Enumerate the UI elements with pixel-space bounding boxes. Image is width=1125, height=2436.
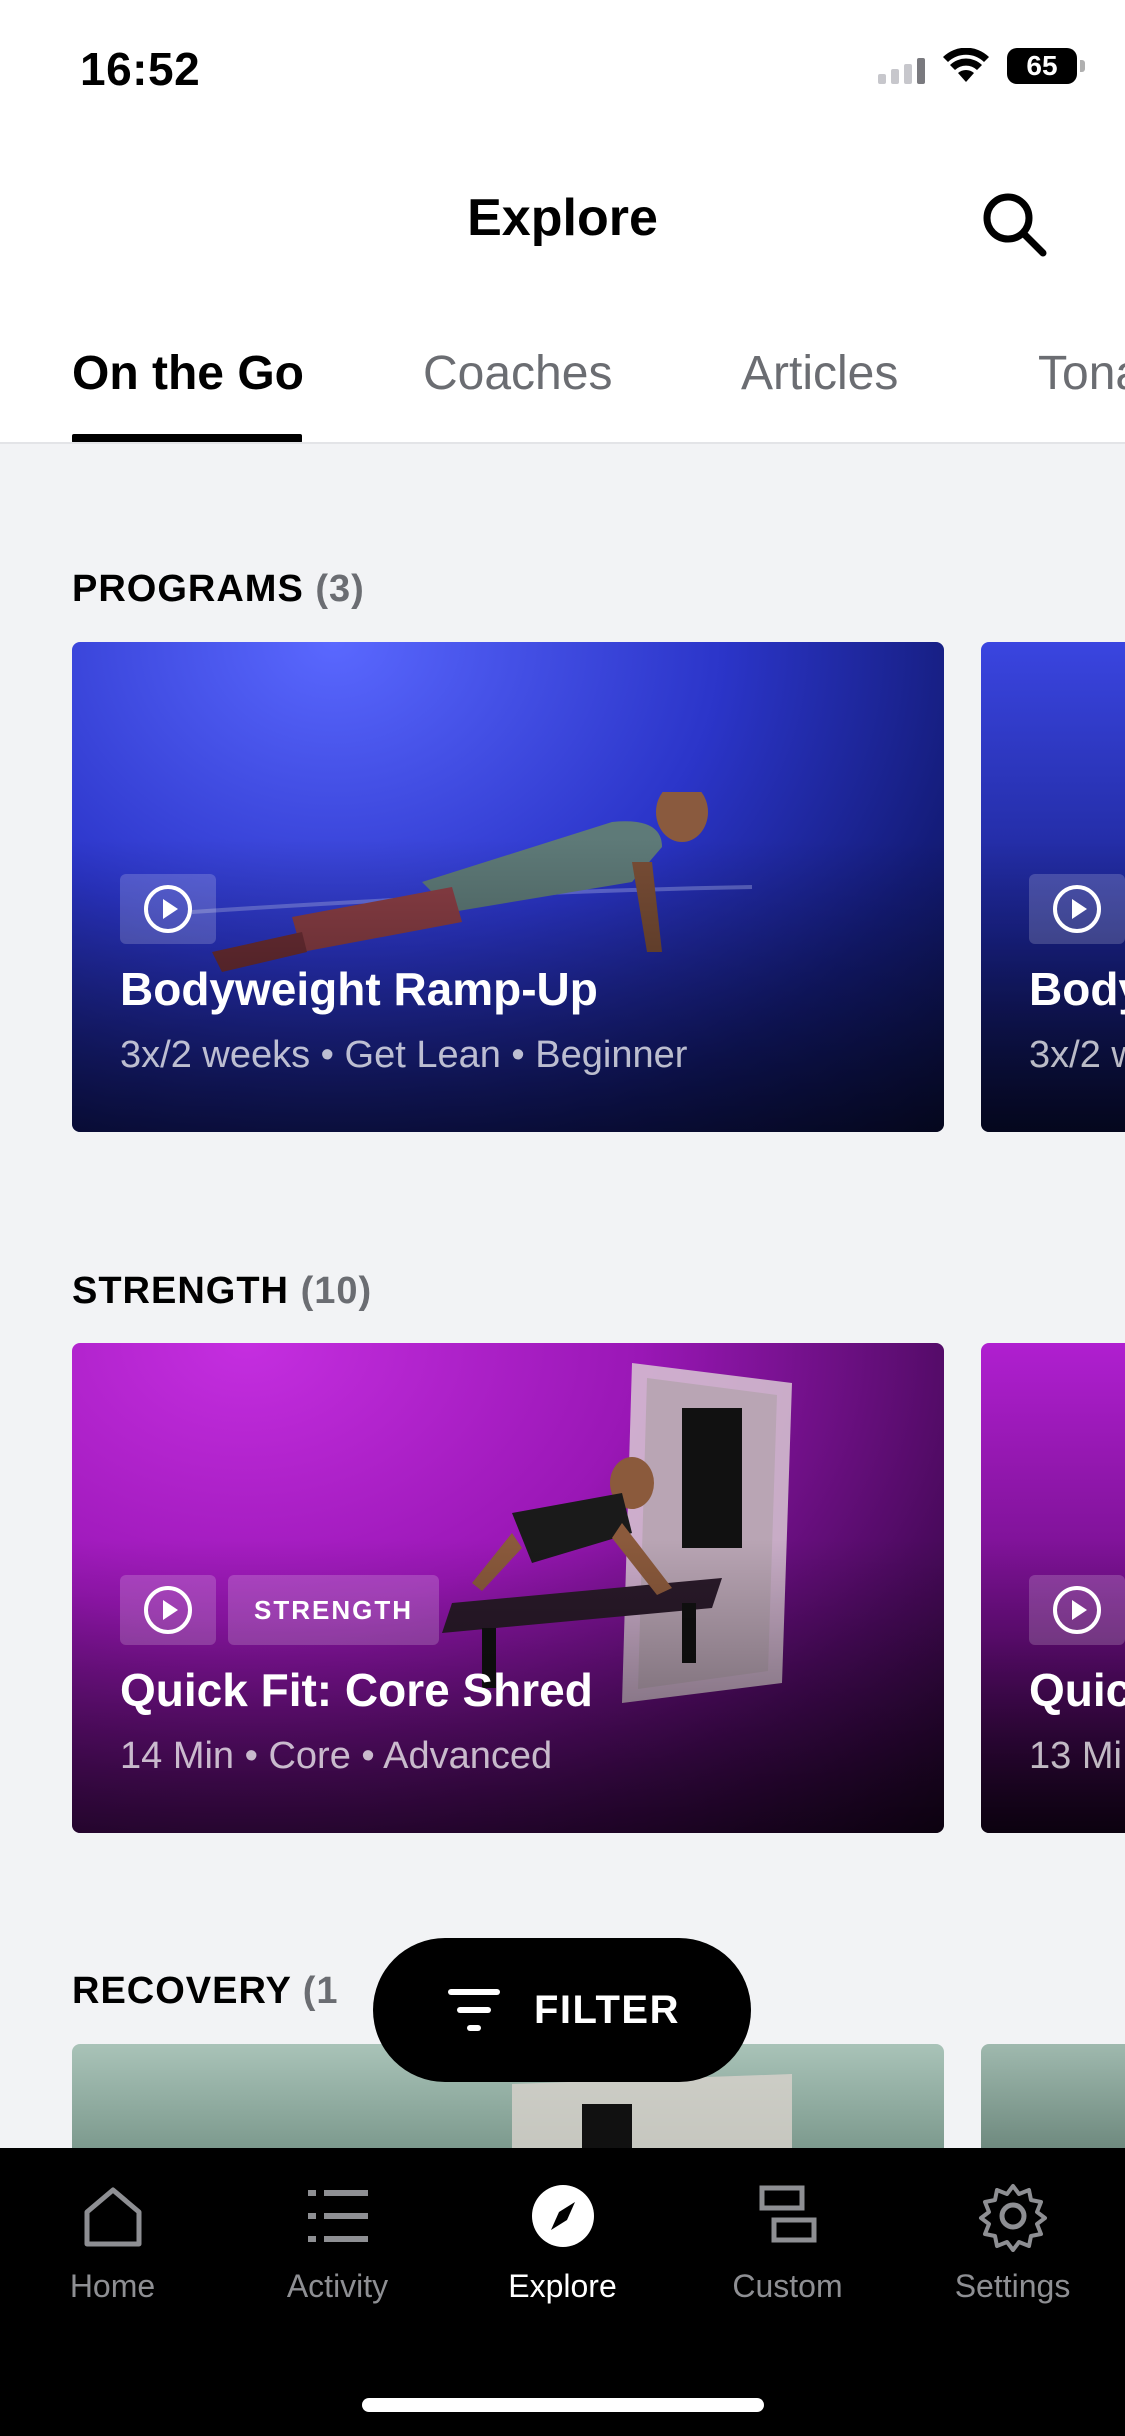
nav-label: Explore [508,2268,617,2304]
bottom-nav: Home Activity Explore Custom Settings [0,2148,1125,2436]
filter-label: FILTER [533,1987,680,2032]
play-button[interactable] [120,1575,216,1645]
cellular-signal-icon [878,48,925,84]
card-meta: 3x/2 weeks • Get Lean • Beginner [120,1034,688,1076]
section-label: PROGRAMS [72,568,304,610]
card-meta: 3x/2 w [1029,1034,1125,1076]
status-icons: 65 [878,48,1085,84]
compass-icon [531,2185,594,2247]
program-card-bodyweight-ramp-up[interactable]: Bodyweight Ramp-Up 3x/2 weeks • Get Lean… [72,642,944,1132]
nav-label: Settings [954,2268,1071,2304]
nav-activity[interactable]: Activity [225,2180,450,2305]
play-button[interactable] [1029,874,1125,944]
active-tab-indicator [72,434,302,442]
home-indicator [362,2398,764,2412]
page-title: Explore [467,189,658,247]
tab-articles[interactable]: Articles [741,346,898,401]
section-title-programs: PROGRAMS (3) [72,568,365,611]
wifi-icon [943,48,989,82]
custom-icon [759,2185,816,2243]
card-title: Body [1029,963,1125,1015]
header: Explore [0,140,1125,310]
section-count: (1 [302,1970,339,2012]
play-icon [1053,885,1101,933]
tab-bar: On the Go Coaches Articles Tona [0,310,1125,444]
list-icon [307,2190,368,2242]
status-bar: 16:52 65 [0,0,1125,140]
search-icon [983,193,1047,257]
section-count: (3) [315,568,365,610]
nav-custom[interactable]: Custom [675,2180,900,2305]
recovery-card-next[interactable] [981,2044,1125,2148]
card-meta: 14 Min • Core • Advanced [120,1735,553,1777]
workout-card-next[interactable]: Quic 13 Mi [981,1343,1125,1833]
tab-tonal[interactable]: Tona [1038,346,1125,401]
section-label: STRENGTH [72,1270,289,1312]
play-icon [144,885,192,933]
card-title: Bodyweight Ramp-Up [120,963,598,1015]
nav-label: Custom [732,2268,843,2304]
section-title-strength: STRENGTH (10) [72,1270,372,1313]
play-icon [1053,1586,1101,1634]
tab-on-the-go[interactable]: On the Go [72,346,304,401]
play-icon [144,1586,192,1634]
home-icon [84,2187,141,2247]
section-label: RECOVERY [72,1970,292,2012]
play-button[interactable] [120,874,216,944]
play-button[interactable] [1029,1575,1125,1645]
nav-settings[interactable]: Settings [900,2180,1125,2305]
battery-indicator: 65 [1007,48,1085,84]
tab-coaches[interactable]: Coaches [423,346,612,401]
filter-button[interactable]: FILTER [373,1938,751,2082]
card-title: Quic [1029,1664,1125,1716]
filter-icon [447,1989,500,2031]
nav-home[interactable]: Home [0,2180,225,2305]
section-count: (10) [300,1270,373,1312]
nav-explore[interactable]: Explore [450,2180,675,2305]
program-card-next[interactable]: Body 3x/2 w [981,642,1125,1132]
workout-card-quick-fit-core-shred[interactable]: STRENGTH Quick Fit: Core Shred 14 Min • … [72,1343,944,1833]
card-meta: 13 Mi [1029,1735,1122,1777]
section-title-recovery: RECOVERY (1 [72,1970,339,2013]
gear-icon [978,2184,1047,2252]
card-title: Quick Fit: Core Shred [120,1664,593,1716]
nav-label: Activity [286,2268,389,2304]
category-badge: STRENGTH [228,1575,439,1645]
status-time: 16:52 [80,43,201,95]
nav-label: Home [69,2268,156,2304]
search-button[interactable] [975,185,1055,265]
